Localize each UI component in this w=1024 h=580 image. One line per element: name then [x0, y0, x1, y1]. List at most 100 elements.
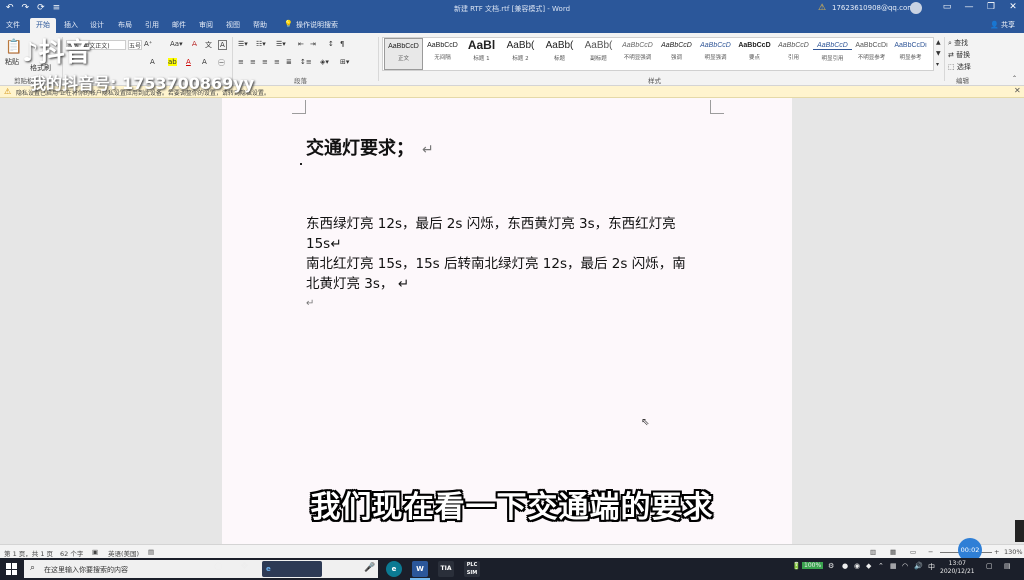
- tab-insert[interactable]: 插入: [64, 20, 78, 30]
- multilevel-list-icon[interactable]: ☰▾: [276, 40, 286, 48]
- print-layout-icon[interactable]: ▦: [890, 548, 896, 556]
- grow-font-icon[interactable]: A⁺: [144, 40, 152, 48]
- styles-scroll-down-icon[interactable]: ▼: [936, 50, 941, 57]
- paste-icon[interactable]: 📋: [5, 39, 22, 55]
- text-effects-icon[interactable]: A: [150, 58, 155, 66]
- clear-format-icon[interactable]: A̶: [192, 40, 197, 48]
- enclose-char-icon[interactable]: ㊀: [218, 58, 225, 68]
- scrollbar[interactable]: [1015, 520, 1024, 542]
- tab-design[interactable]: 设计: [90, 20, 104, 30]
- phonetic-guide-icon[interactable]: 文: [205, 40, 212, 50]
- align-right-icon[interactable]: ≡: [262, 58, 268, 66]
- tab-review[interactable]: 审阅: [199, 20, 213, 30]
- tab-view[interactable]: 视图: [226, 20, 240, 30]
- account-name[interactable]: 17623610908@qq.com: [832, 4, 914, 12]
- bullets-icon[interactable]: ☰▾: [238, 40, 248, 48]
- zoom-level[interactable]: 130%: [1004, 548, 1023, 556]
- paste-button[interactable]: 粘贴: [5, 57, 19, 67]
- document-heading[interactable]: 交通灯要求； ↵: [306, 134, 434, 160]
- align-center-icon[interactable]: ≡: [250, 58, 256, 66]
- widgets-icon[interactable]: ❖: [240, 561, 249, 572]
- language-indicator[interactable]: 英语(美国): [108, 548, 139, 558]
- doc-line-4[interactable]: 北黄灯亮 3s， ↵: [306, 274, 409, 294]
- replace-button[interactable]: ⇄ 替换: [948, 50, 970, 60]
- battery-icon[interactable]: 🔋: [792, 562, 801, 570]
- taskbar-app-tia[interactable]: TIA: [438, 561, 454, 577]
- style-intense-emphasis[interactable]: AaBbCcD 明显强调: [696, 38, 735, 70]
- style-normal[interactable]: AaBbCcD 正文: [384, 38, 423, 70]
- style-heading-2[interactable]: AaBb(标题 2: [501, 38, 540, 70]
- ribbon-display-options-icon[interactable]: ▭: [936, 2, 958, 12]
- doc-line-5[interactable]: ↵: [306, 294, 314, 314]
- avatar[interactable]: [910, 2, 922, 14]
- numbering-icon[interactable]: ☷▾: [256, 40, 266, 48]
- align-left-icon[interactable]: ≡: [238, 58, 244, 66]
- taskbar-app-edge[interactable]: e: [262, 561, 322, 577]
- close-button[interactable]: ✕: [1002, 2, 1024, 12]
- style-heading-1[interactable]: AaBl 标题 1: [462, 38, 501, 70]
- style-intense-reference[interactable]: AaBbCcDi 明显参考: [891, 38, 930, 70]
- taskbar-app-plcsim[interactable]: PLC SIM: [464, 561, 480, 577]
- style-title[interactable]: AaBb(标题: [540, 38, 579, 70]
- volume-icon[interactable]: 🔊: [914, 562, 923, 570]
- shrink-font-icon[interactable]: Aa▾: [170, 40, 183, 48]
- web-layout-icon[interactable]: ▭: [910, 548, 916, 556]
- font-size-select[interactable]: 五号: [128, 40, 142, 50]
- decrease-indent-icon[interactable]: ⇤: [298, 40, 304, 48]
- tab-mailings[interactable]: 邮件: [172, 20, 186, 30]
- style-subtitle[interactable]: AaBb(副标题: [579, 38, 618, 70]
- find-button[interactable]: ⌕ 查找: [948, 38, 968, 48]
- read-mode-icon[interactable]: ▥: [870, 548, 876, 556]
- tab-file[interactable]: 文件: [6, 20, 20, 30]
- char-border-icon[interactable]: A: [218, 40, 227, 50]
- notification-icon[interactable]: ▤: [1004, 562, 1011, 570]
- style-no-spacing[interactable]: AaBbCcD 无间隔: [423, 38, 462, 70]
- word-count[interactable]: 62 个字: [60, 548, 83, 558]
- taskbar-app-word[interactable]: W: [412, 561, 428, 577]
- style-quote[interactable]: AaBbCcD 引用: [774, 38, 813, 70]
- char-shading-icon[interactable]: A: [202, 58, 207, 66]
- share-button[interactable]: 👤 共享: [990, 20, 1015, 30]
- justify-icon[interactable]: ≡: [274, 58, 280, 66]
- tray-app-icon[interactable]: ●: [842, 562, 848, 570]
- highlight-icon[interactable]: ab: [168, 58, 177, 66]
- network-icon[interactable]: ▦: [890, 562, 897, 570]
- doc-line-3[interactable]: 南北红灯亮 15s，15s 后转南北绿灯亮 12s，最后 2s 闪烁，南: [306, 254, 686, 274]
- tab-layout[interactable]: 布局: [118, 20, 132, 30]
- restore-button[interactable]: ❐: [980, 2, 1002, 12]
- collapse-ribbon-icon[interactable]: ⌃: [1012, 75, 1017, 82]
- shading-icon[interactable]: ◈▾: [320, 58, 329, 66]
- clock[interactable]: 13:07 2020/12/21: [940, 560, 975, 576]
- font-color-icon[interactable]: A: [186, 58, 191, 66]
- style-strong[interactable]: AaBbCcD 要点: [735, 38, 774, 70]
- sort-icon[interactable]: ↕: [328, 40, 334, 48]
- increase-indent-icon[interactable]: ⇥: [310, 40, 316, 48]
- microphone-icon[interactable]: 🎤: [364, 563, 375, 573]
- proofing-icon[interactable]: ▣: [92, 548, 98, 556]
- style-intense-quote[interactable]: AaBbCcD 明显引用: [813, 38, 852, 70]
- taskbar-search-input[interactable]: ⌕ 在这里输入你要搜索的内容 🎤: [24, 560, 378, 578]
- taskbar-app-edge-icon[interactable]: e: [386, 561, 402, 577]
- select-button[interactable]: ⬚ 选择: [948, 62, 971, 72]
- show-marks-icon[interactable]: ¶: [340, 40, 344, 48]
- distributed-icon[interactable]: ≣: [286, 58, 292, 66]
- task-view-icon[interactable]: ○: [214, 561, 223, 572]
- style-emphasis[interactable]: AaBbCcD 强调: [657, 38, 696, 70]
- tab-help[interactable]: 帮助: [253, 20, 267, 30]
- tab-references[interactable]: 引用: [145, 20, 159, 30]
- style-subtle-emphasis[interactable]: AaBbCcD 不明显强调: [618, 38, 657, 70]
- style-subtle-reference[interactable]: AaBbCcDi 不明显参考: [852, 38, 891, 70]
- tell-me-search[interactable]: 操作说明搜索: [296, 20, 338, 30]
- warning-icon[interactable]: ⚠: [818, 3, 826, 13]
- doc-line-1[interactable]: 东西绿灯亮 12s，最后 2s 闪烁，东西黄灯亮 3s，东西红灯亮: [306, 214, 676, 234]
- ime-indicator[interactable]: 中: [928, 562, 935, 572]
- macro-icon[interactable]: ▤: [148, 548, 154, 556]
- page-count[interactable]: 第 1 页，共 1 页: [4, 548, 53, 558]
- borders-icon[interactable]: ⊞▾: [340, 58, 349, 66]
- styles-more-icon[interactable]: ▾: [936, 61, 939, 68]
- close-icon[interactable]: ✕: [1014, 86, 1021, 95]
- tray-app-icon[interactable]: ⚙: [828, 562, 834, 570]
- styles-scroll-up-icon[interactable]: ▲: [936, 39, 941, 46]
- notification-icon[interactable]: ▢: [986, 562, 993, 570]
- tray-app-icon[interactable]: ◆: [866, 562, 871, 570]
